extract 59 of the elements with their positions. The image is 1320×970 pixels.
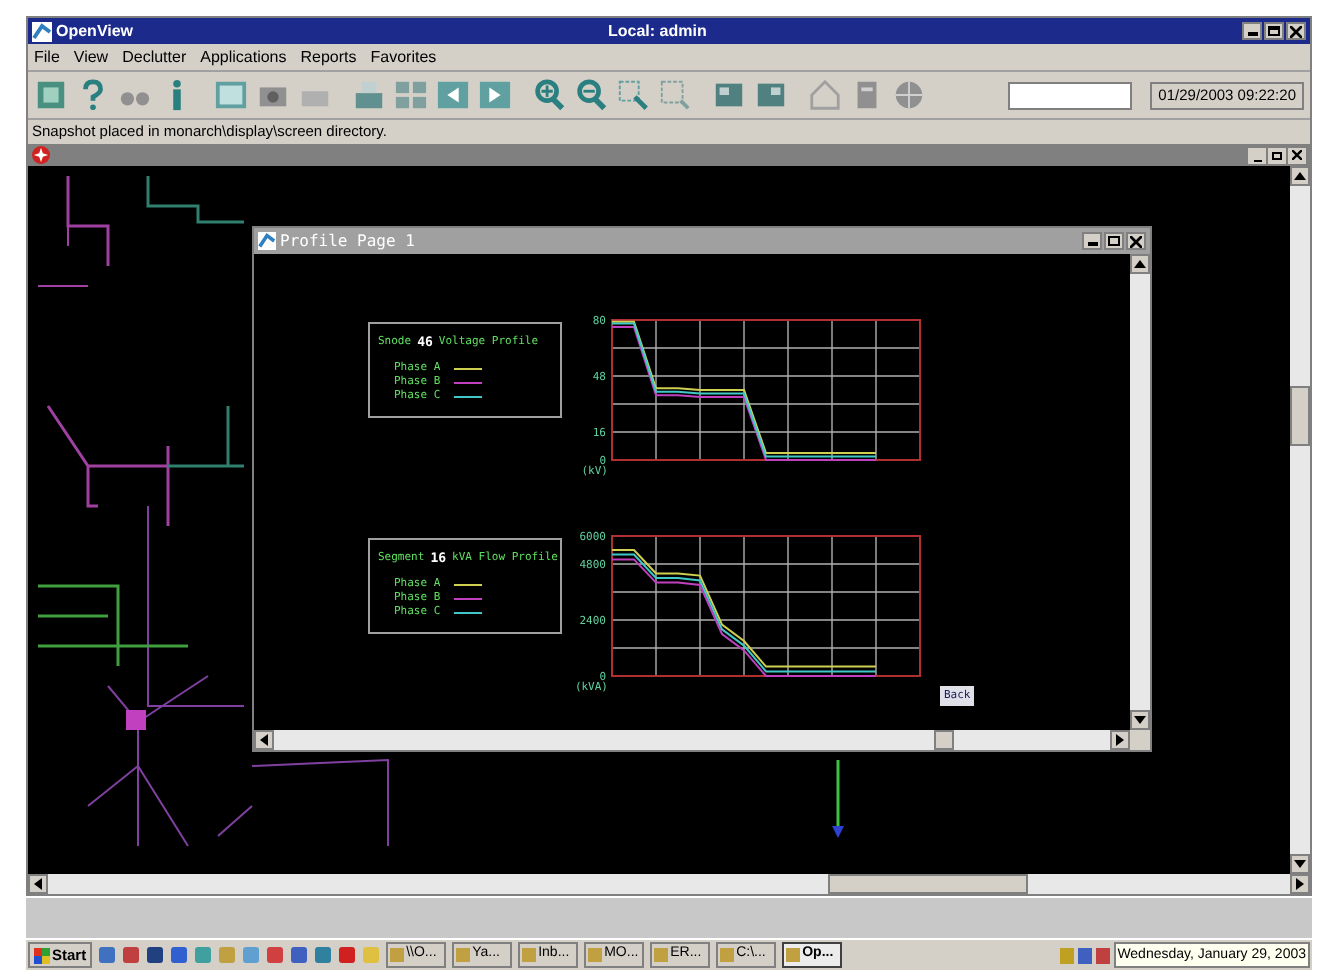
minimize-button[interactable]	[1242, 22, 1262, 40]
scroll-left-button[interactable]	[254, 730, 274, 750]
app-icon	[522, 948, 537, 962]
printer-icon[interactable]	[352, 78, 386, 112]
home-icon[interactable]	[808, 78, 842, 112]
map-icon[interactable]	[34, 78, 68, 112]
close-button[interactable]	[1288, 147, 1306, 163]
scroll-thumb[interactable]	[828, 874, 1028, 894]
zoom-in-icon[interactable]	[532, 78, 566, 112]
scroll-up-button[interactable]	[1290, 166, 1310, 186]
scroll-down-button[interactable]	[1290, 854, 1310, 874]
monitor-icon[interactable]	[214, 78, 248, 112]
vertical-scrollbar[interactable]	[1130, 254, 1150, 730]
minimize-button[interactable]	[1082, 232, 1102, 250]
maximize-button[interactable]	[1268, 147, 1286, 163]
app-icon	[258, 232, 276, 250]
scroll-left-button[interactable]	[28, 874, 48, 894]
app-icon	[32, 21, 52, 41]
layout-icon[interactable]	[394, 78, 428, 112]
maximize-button[interactable]	[1264, 22, 1284, 40]
scroll-right-button[interactable]	[1110, 730, 1130, 750]
menu-item[interactable]: File	[34, 45, 60, 69]
menu-item[interactable]: Applications	[200, 45, 287, 69]
zoom-out-icon[interactable]	[574, 78, 608, 112]
app-icon	[588, 948, 603, 962]
horizontal-scrollbar[interactable]	[254, 730, 1130, 750]
scroll-down-button[interactable]	[1130, 710, 1150, 730]
panel-icon[interactable]	[754, 78, 788, 112]
menu-item[interactable]: Favorites	[370, 45, 437, 69]
select-area-icon[interactable]	[658, 78, 692, 112]
scroll-thumb[interactable]	[934, 730, 954, 750]
input-field[interactable]	[1008, 81, 1133, 109]
forward-icon[interactable]	[478, 78, 512, 112]
close-button[interactable]	[1126, 232, 1146, 250]
scroll-right-button[interactable]	[1290, 874, 1310, 894]
app-icon	[720, 948, 735, 962]
scroll-thumb[interactable]	[1290, 386, 1310, 446]
panel-icon[interactable]	[712, 78, 746, 112]
windows-logo	[34, 947, 50, 963]
app-icon	[654, 948, 669, 962]
map-window-icon	[32, 146, 50, 164]
maximize-button[interactable]	[1104, 232, 1124, 250]
globe-icon[interactable]	[892, 78, 926, 112]
app-icon	[786, 948, 801, 962]
app-icon	[456, 948, 471, 962]
app-icon	[390, 948, 405, 962]
menu-item[interactable]: View	[73, 45, 109, 69]
horizontal-scrollbar[interactable]	[28, 874, 1310, 894]
window-title: OpenView	[56, 19, 134, 43]
scroll-up-button[interactable]	[1130, 254, 1150, 274]
window-title: Profile Page 1	[280, 229, 415, 253]
window-subtitle: Local: admin	[608, 19, 707, 43]
vertical-scrollbar[interactable]	[1290, 166, 1310, 874]
close-button[interactable]	[1286, 22, 1306, 40]
menu-item[interactable]: Declutter	[122, 45, 187, 69]
minimize-button[interactable]	[1248, 147, 1266, 163]
menu-item[interactable]: Reports	[300, 45, 357, 69]
back-icon[interactable]	[436, 78, 470, 112]
zoom-area-icon[interactable]	[616, 78, 650, 112]
